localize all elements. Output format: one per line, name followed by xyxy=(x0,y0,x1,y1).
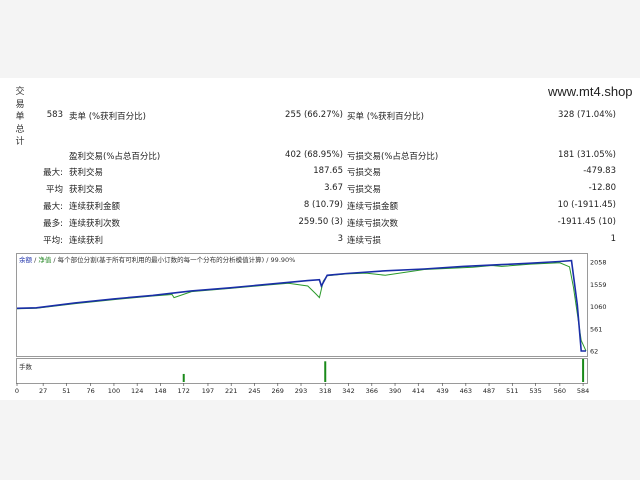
y-tick-label: 62 xyxy=(590,348,598,356)
x-tick-label: 221 xyxy=(225,387,237,395)
x-tick-label: 318 xyxy=(319,387,331,395)
x-tick-label: 197 xyxy=(202,387,214,395)
y-tick-label: 561 xyxy=(590,325,602,333)
x-tick-label: 535 xyxy=(529,387,541,395)
y-tick-label: 1060 xyxy=(590,303,607,311)
volume-bar xyxy=(324,361,327,382)
x-tick-label: 584 xyxy=(577,387,589,395)
x-tick-label: 27 xyxy=(39,387,47,395)
x-tick-label: 148 xyxy=(154,387,166,395)
x-tick-label: 342 xyxy=(342,387,354,395)
x-tick-label: 245 xyxy=(248,387,260,395)
x-tick-label: 463 xyxy=(460,387,472,395)
x-tick-label: 124 xyxy=(131,387,143,395)
equity-line xyxy=(16,262,587,352)
balance-line xyxy=(16,259,586,352)
x-tick-label: 172 xyxy=(178,387,190,395)
x-tick-label: 390 xyxy=(389,387,401,395)
x-tick-label: 487 xyxy=(483,387,495,395)
y-tick-label: 2058 xyxy=(590,259,607,267)
x-tick-label: 560 xyxy=(554,387,566,395)
x-tick-label: 414 xyxy=(412,387,424,395)
x-tick-label: 51 xyxy=(62,387,70,395)
volume-bar xyxy=(182,373,185,382)
x-tick-label: 269 xyxy=(272,387,284,395)
x-tick-label: 511 xyxy=(506,387,518,395)
chart-svg: 2058 1559 1060 561 62 0 27 51 76 100 124 148 172 197 2… xyxy=(15,259,607,396)
x-tick-label: 0 xyxy=(15,387,19,395)
volume-bar xyxy=(582,359,585,382)
x-tick-label: 76 xyxy=(87,387,95,395)
x-tick-label: 293 xyxy=(295,387,307,395)
x-tick-label: 366 xyxy=(366,387,378,395)
x-tick-label: 100 xyxy=(108,387,120,395)
x-tick-label: 439 xyxy=(436,387,448,395)
y-tick-label: 1559 xyxy=(590,281,607,289)
